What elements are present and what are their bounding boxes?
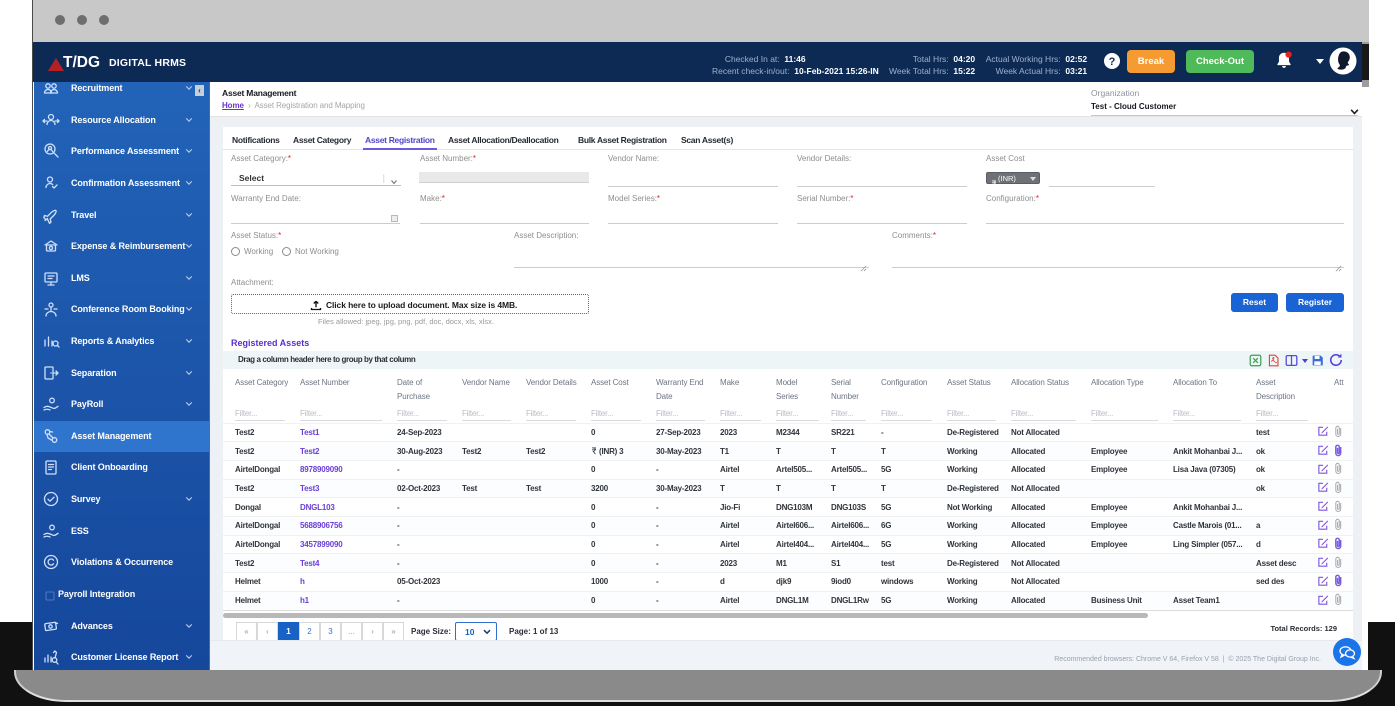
svg-text:?: ? [1109, 56, 1116, 68]
